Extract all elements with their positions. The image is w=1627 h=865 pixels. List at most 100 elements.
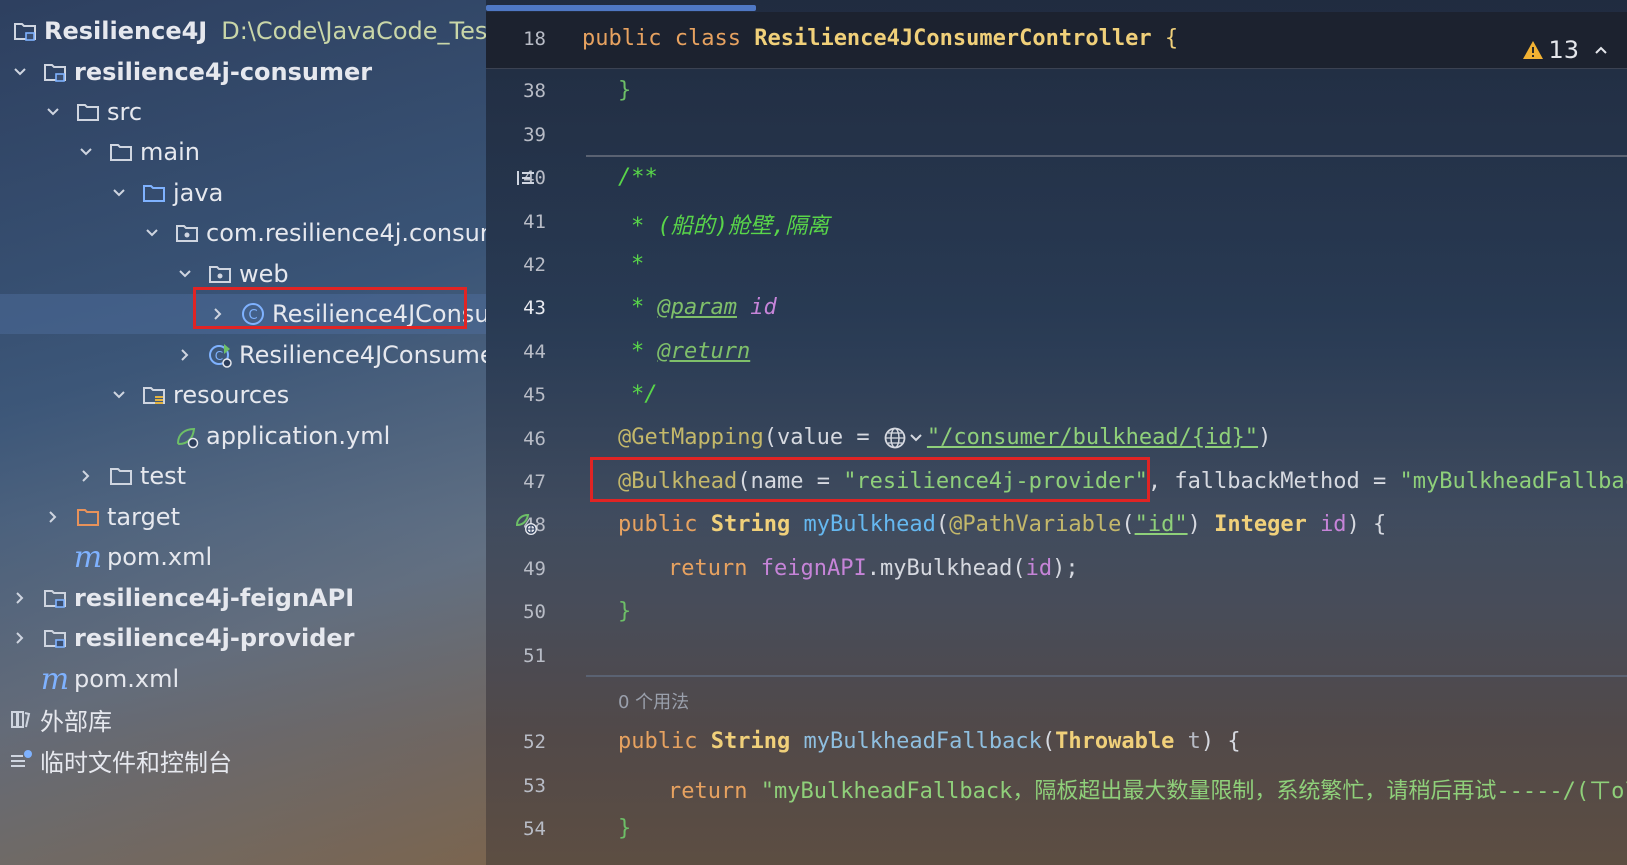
annotation: @PathVariable — [949, 512, 1122, 537]
svg-text:C: C — [215, 349, 223, 363]
line-number: 18 — [523, 28, 546, 50]
tree-item-label: pom.xml — [107, 543, 213, 571]
usages-hint[interactable]: 0 个用法 — [618, 688, 689, 714]
tree-item-label: com.resilience4j.consumer — [206, 219, 486, 247]
code-line-50: } — [618, 599, 632, 624]
tree-item-resilience4j-consumer[interactable]: resilience4j-consumer — [0, 52, 486, 92]
chevron-right-icon[interactable] — [8, 618, 32, 658]
line-number: 46 — [523, 428, 546, 450]
tree-item-label: test — [140, 462, 187, 490]
spring-config-file-icon — [172, 416, 202, 456]
globe-icon[interactable] — [883, 426, 927, 450]
chevron-right-icon[interactable] — [173, 335, 197, 375]
chevron-right-icon[interactable] — [41, 497, 65, 537]
line-number: 45 — [523, 384, 546, 406]
tree-item-main[interactable]: main — [0, 132, 486, 172]
tree-item-external-libraries[interactable]: 外部库 — [0, 699, 486, 739]
chevron-down-icon[interactable] — [8, 52, 32, 92]
module-folder-icon — [40, 618, 70, 658]
line-number: 43 — [523, 297, 546, 319]
comment-star: * — [631, 295, 658, 320]
maven-icon: m — [40, 661, 70, 697]
chevron-up-icon[interactable] — [1593, 42, 1609, 58]
type-name: String — [710, 729, 791, 754]
inspection-widget[interactable]: 13 — [1522, 36, 1609, 64]
tree-item-package-consumer[interactable]: com.resilience4j.consumer — [0, 213, 486, 253]
chevron-down-icon[interactable] — [107, 375, 131, 415]
line-number: 41 — [523, 211, 546, 233]
line-number: 54 — [523, 818, 546, 840]
chevron-right-icon[interactable] — [8, 578, 32, 618]
code-line-46: @GetMapping(value = "/consumer/bulkhead/… — [618, 425, 1271, 450]
excluded-folder-icon — [73, 497, 103, 537]
library-icon — [6, 699, 36, 739]
tree-item-resilience4j-provider[interactable]: resilience4j-provider — [0, 618, 486, 658]
horizontal-scrollbar[interactable] — [486, 5, 756, 11]
tree-item-label: 外部库 — [40, 707, 112, 736]
chevron-right-icon[interactable] — [74, 456, 98, 496]
line-number: 42 — [523, 254, 546, 276]
brace: { — [1164, 26, 1179, 51]
highlight-box — [590, 457, 1150, 502]
tree-item-java[interactable]: java — [0, 173, 486, 213]
tree-item-application-yml[interactable]: application.yml — [0, 416, 486, 456]
line-number: 51 — [523, 645, 546, 667]
code-line-38: } — [618, 78, 632, 103]
javadoc-tag: @param — [657, 295, 737, 320]
root-project-path: D:\Code\JavaCode_Test\ — [221, 17, 486, 45]
code-text: ); — [1052, 556, 1079, 581]
string-literal[interactable]: "/consumer/bulkhead/{id}" — [927, 425, 1258, 450]
type-name: Throwable — [1055, 729, 1175, 754]
tree-item-consumer-application[interactable]: C Resilience4JConsumerApplication — [0, 335, 486, 375]
chevron-down-icon[interactable] — [140, 213, 164, 253]
annotation: @GetMapping — [618, 425, 764, 450]
sticky-code-line: public class Resilience4JConsumerControl… — [582, 26, 1178, 51]
tree-item-root-pom[interactable]: m pom.xml — [0, 659, 486, 699]
code-text: , fallbackMethod = — [1147, 469, 1400, 494]
tree-item-target[interactable]: target — [0, 497, 486, 537]
line-number: 38 — [523, 80, 546, 102]
tree-item-consumer-pom[interactable]: m pom.xml — [0, 537, 486, 577]
method-separator — [586, 675, 1627, 677]
parameter-name: id — [1025, 556, 1053, 581]
keyword: public — [582, 26, 662, 51]
string-literal: "myBulkheadFallback" — [1399, 469, 1627, 494]
code-line-49: return feignAPI.myBulkhead(id); — [668, 556, 1079, 581]
code-text: ) { — [1200, 729, 1241, 754]
javadoc-tag: @return — [657, 339, 751, 364]
tree-item-label: Resilience4JConsumerApplication — [239, 341, 486, 369]
resources-folder-icon — [139, 375, 169, 415]
code-line-45: */ — [631, 382, 658, 407]
tree-item-test[interactable]: test — [0, 456, 486, 496]
tree-item-label: target — [107, 503, 180, 531]
tree-item-label: java — [173, 179, 224, 207]
scratches-icon — [6, 740, 36, 780]
code-line-52: public String myBulkheadFallback(Throwab… — [618, 729, 1241, 754]
tree-item-label: resilience4j-feignAPI — [74, 584, 355, 612]
line-number: 50 — [523, 601, 546, 623]
code-line-48: public String myBulkhead(@PathVariable("… — [618, 512, 1386, 537]
code-text: ) — [1187, 512, 1215, 537]
type-name: String — [710, 512, 791, 537]
tree-item-resilience4j-feignapi[interactable]: resilience4j-feignAPI — [0, 578, 486, 618]
tree-root[interactable]: Resilience4J D:\Code\JavaCode_Test\ — [0, 11, 486, 51]
keyword: public — [618, 512, 698, 537]
tree-item-src[interactable]: src — [0, 92, 486, 132]
tree-item-label: main — [140, 138, 200, 166]
chevron-down-icon[interactable] — [107, 173, 131, 213]
endpoint-gutter-icon[interactable] — [514, 512, 540, 538]
code-editor[interactable]: 18 public class Resilience4JConsumerCont… — [486, 0, 1627, 865]
method-separator — [586, 155, 1627, 157]
tree-item-scratches-consoles[interactable]: 临时文件和控制台 — [0, 740, 486, 780]
line-number: 39 — [523, 124, 546, 146]
code-line-53: return "myBulkheadFallback，隔板超出最大数量限制，系统… — [668, 773, 1627, 805]
spring-boot-class-icon: C — [205, 335, 235, 375]
line-number: 53 — [523, 775, 546, 797]
chevron-down-icon[interactable] — [74, 132, 98, 172]
chevron-down-icon[interactable] — [41, 92, 65, 132]
sticky-class-header[interactable]: 18 public class Resilience4JConsumerCont… — [486, 12, 1627, 69]
render-doc-icon[interactable] — [516, 170, 536, 186]
tree-item-resources[interactable]: resources — [0, 375, 486, 415]
method-name: myBulkheadFallback — [803, 729, 1042, 754]
code-text: .myBulkhead( — [866, 556, 1026, 581]
